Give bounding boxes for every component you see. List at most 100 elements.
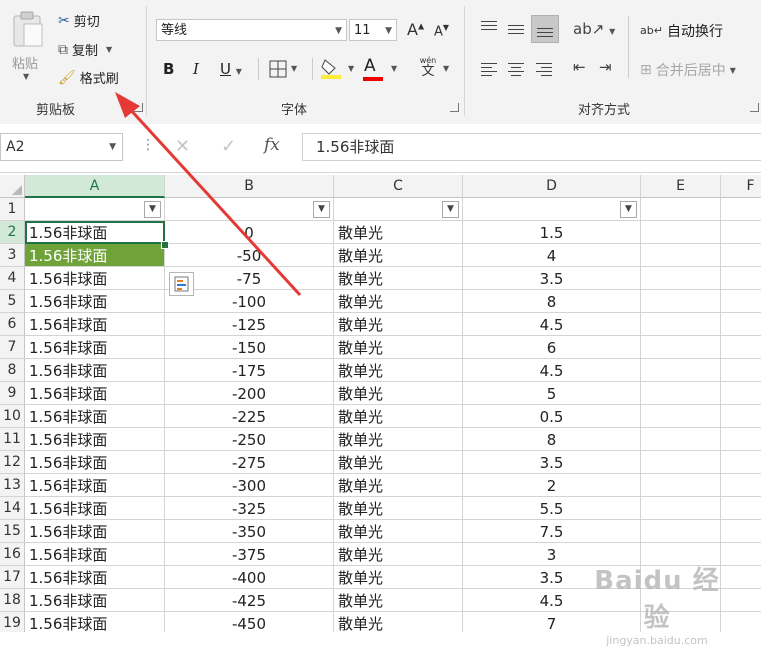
phonetic-guide-button[interactable]: wén 文 ▼ [416,56,449,79]
table-cell[interactable]: 3.5 [463,267,641,290]
fill-color-button[interactable]: ▼ [320,56,354,84]
table-cell[interactable]: 散单光 [334,267,463,290]
table-cell[interactable]: -350 [165,520,334,543]
font-name-select[interactable]: 等线 ▼ [156,19,347,41]
table-cell[interactable]: -300 [165,474,334,497]
table-cell[interactable]: 散单光 [334,451,463,474]
table-cell[interactable]: 1.56非球面 [25,290,165,313]
row-header-19[interactable]: 19 [0,612,25,632]
filter-dropdown-icon[interactable]: ▼ [313,201,330,218]
row-header-1[interactable]: 1 [0,198,25,221]
table-cell[interactable]: 散单光 [334,221,463,244]
table-cell[interactable]: 8 [463,428,641,451]
table-cell[interactable]: 1.56非球面 [25,474,165,497]
orientation-button[interactable]: ab↗ ▼ [573,20,615,38]
table-cell[interactable]: -175 [165,359,334,382]
table-cell[interactable] [641,267,721,290]
table-cell[interactable] [641,474,721,497]
table-cell[interactable]: 1.56非球面 [25,451,165,474]
font-dialog-launcher-icon[interactable] [450,103,459,112]
table-cell[interactable]: -200 [165,382,334,405]
more-options-icon[interactable]: ⋮ [141,137,155,153]
select-all-corner[interactable] [0,175,25,198]
table-cell[interactable]: -275 [165,451,334,474]
table-cell[interactable] [641,290,721,313]
cut-button[interactable]: ✂ 剪切 [58,11,100,31]
font-size-select[interactable]: 11 ▼ [349,19,397,41]
row-header-15[interactable]: 15 [0,520,25,543]
table-cell[interactable] [641,313,721,336]
table-cell[interactable]: 3.5 [463,451,641,474]
borders-button[interactable]: ▼ [269,60,297,82]
table-cell[interactable]: 5.5 [463,497,641,520]
table-cell[interactable] [641,497,721,520]
row-header-10[interactable]: 10 [0,405,25,428]
table-cell[interactable] [641,451,721,474]
row-header-11[interactable]: 11 [0,428,25,451]
table-cell[interactable]: 散单光 [334,428,463,451]
decrease-indent-button[interactable]: ⇤ [573,58,586,76]
row-header-3[interactable]: 3 [0,244,25,267]
table-cell[interactable] [641,359,721,382]
underline-button[interactable]: U ▼ [220,60,242,78]
row-header-14[interactable]: 14 [0,497,25,520]
table-cell[interactable]: 散单光 [334,474,463,497]
row-header-7[interactable]: 7 [0,336,25,359]
table-cell[interactable]: 1.56非球面 [25,566,165,589]
decrease-font-size-button[interactable]: A▼ [434,23,449,39]
align-bottom-button[interactable] [531,15,559,43]
table-cell[interactable]: -50 [165,244,334,267]
column-header-c[interactable]: C [334,175,463,198]
table-cell[interactable]: 散单光 [334,520,463,543]
table-cell[interactable]: 散单光 [334,359,463,382]
table-cell[interactable] [641,221,721,244]
filter-dropdown-icon[interactable]: ▼ [144,201,161,218]
table-cell[interactable] [641,382,721,405]
table-cell[interactable]: 散单光 [334,313,463,336]
table-cell[interactable]: 散单光 [334,405,463,428]
table-cell[interactable] [721,313,761,336]
name-box[interactable]: A2 ▼ [0,133,123,161]
table-cell[interactable]: -150 [165,336,334,359]
filter-dropdown-icon[interactable]: ▼ [620,201,637,218]
row-header-12[interactable]: 12 [0,451,25,474]
table-cell[interactable]: 散单光 [334,244,463,267]
table-cell[interactable] [721,520,761,543]
row-header-18[interactable]: 18 [0,589,25,612]
table-cell[interactable]: 8 [463,290,641,313]
wrap-text-button[interactable]: ab↵ 自动换行 [640,21,723,41]
align-middle-button[interactable] [506,18,528,38]
table-cell[interactable]: 散单光 [334,566,463,589]
row-header-13[interactable]: 13 [0,474,25,497]
table-cell[interactable] [721,428,761,451]
table-cell[interactable]: 0 [165,221,334,244]
align-right-button[interactable] [534,60,556,80]
table-cell[interactable]: 散单光 [334,336,463,359]
row-header-6[interactable]: 6 [0,313,25,336]
cancel-entry-icon[interactable]: ✕ [175,136,190,157]
copy-button[interactable]: ⧉ 复制 ▼ [58,40,112,60]
table-cell[interactable]: 1.56非球面 [25,497,165,520]
column-header-a[interactable]: A [25,175,165,198]
table-cell[interactable]: -375 [165,543,334,566]
table-cell[interactable] [721,474,761,497]
table-cell[interactable]: 散单光 [334,290,463,313]
table-cell[interactable]: 1.56非球面 [25,589,165,612]
table-cell[interactable] [641,244,721,267]
row-header-2[interactable]: 2 [0,221,25,244]
bold-button[interactable]: B [163,60,174,78]
row-header-16[interactable]: 16 [0,543,25,566]
row-header-17[interactable]: 17 [0,566,25,589]
table-cell[interactable] [641,520,721,543]
table-cell[interactable]: 7.5 [463,520,641,543]
table-cell[interactable]: 4.5 [463,359,641,382]
table-cell[interactable] [721,336,761,359]
table-cell[interactable]: 1.56非球面 [25,313,165,336]
format-painter-button[interactable]: 🖌 格式刷 [58,68,119,88]
table-cell[interactable]: 散单光 [334,612,463,632]
filter-dropdown-icon[interactable]: ▼ [442,201,459,218]
table-cell[interactable]: 1.5 [463,221,641,244]
table-cell[interactable] [721,244,761,267]
paste-button[interactable]: 粘贴 ▼ [8,10,48,90]
align-center-button[interactable] [506,60,528,80]
